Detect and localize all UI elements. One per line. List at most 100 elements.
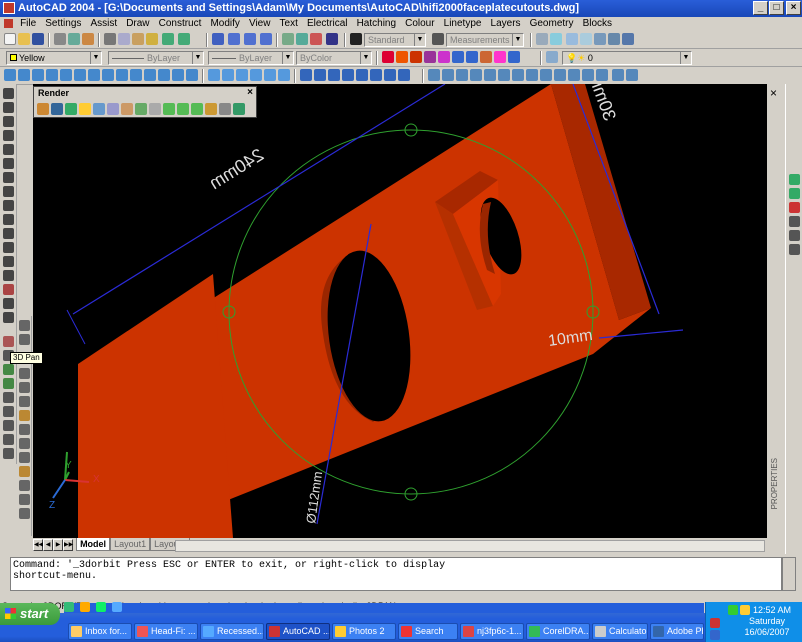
ucs-apply-icon[interactable] — [596, 69, 608, 81]
menu-layers[interactable]: Layers — [488, 17, 524, 31]
view-icon[interactable] — [536, 33, 548, 45]
menu-geometry[interactable]: Geometry — [527, 17, 577, 31]
menu-hatching[interactable]: Hatching — [354, 17, 399, 31]
task-adobe-photoshop[interactable]: Adobe Ph... — [650, 623, 704, 640]
move-icon[interactable] — [3, 406, 14, 417]
3d-zoom-icon[interactable] — [328, 69, 340, 81]
iso-view-se-icon[interactable] — [580, 33, 592, 45]
horizontal-scrollbar[interactable] — [175, 540, 765, 552]
tab-next-button[interactable]: ▶ — [53, 539, 63, 551]
new-landscape-icon[interactable] — [163, 103, 175, 115]
region-icon[interactable] — [3, 298, 14, 309]
properties-icon[interactable] — [282, 33, 294, 45]
polar-icon[interactable] — [424, 51, 436, 63]
arc-icon[interactable] — [3, 158, 14, 169]
front-clip-icon[interactable] — [398, 69, 410, 81]
ucs-z-icon[interactable] — [582, 69, 594, 81]
insert-block-icon[interactable] — [3, 242, 14, 253]
polygon-icon[interactable] — [3, 130, 14, 141]
palette-icon-6[interactable] — [789, 244, 800, 255]
task-calculator[interactable]: Calculator — [592, 623, 648, 640]
union-icon[interactable] — [208, 69, 220, 81]
dim-aligned-icon[interactable] — [19, 452, 30, 463]
task-search[interactable]: Search — [398, 623, 458, 640]
palette-icon-2[interactable] — [789, 188, 800, 199]
offset-icon[interactable] — [3, 378, 14, 389]
circle-icon[interactable] — [3, 172, 14, 183]
quick-launch-icon-2[interactable] — [80, 602, 90, 612]
model-icon[interactable] — [480, 51, 492, 63]
minimize-button[interactable]: _ — [753, 1, 768, 15]
rectangle-icon[interactable] — [3, 144, 14, 155]
adjust-distance-icon[interactable] — [370, 69, 382, 81]
continuous-orbit-icon[interactable] — [342, 69, 354, 81]
ucs-view-icon[interactable] — [498, 69, 510, 81]
pan-icon[interactable] — [212, 33, 224, 45]
tool-palettes-icon[interactable] — [310, 33, 322, 45]
autocad-app-icon[interactable] — [3, 2, 15, 14]
revolve-icon[interactable] — [102, 69, 114, 81]
menu-modify[interactable]: Modify — [207, 17, 242, 31]
explode-icon[interactable] — [19, 424, 30, 435]
plotstyle-combo[interactable]: ByColor ▼ — [296, 51, 372, 65]
subtract-icon[interactable] — [222, 69, 234, 81]
save-icon[interactable] — [32, 33, 44, 45]
3d-pan-icon[interactable] — [314, 69, 326, 81]
revision-cloud-icon[interactable] — [3, 186, 14, 197]
otrack-icon[interactable] — [452, 51, 464, 63]
properties-palette-collapsed[interactable]: × PROPERTIES — [767, 84, 785, 554]
menu-construct[interactable]: Construct — [156, 17, 205, 31]
publish-icon[interactable] — [82, 33, 94, 45]
tab-first-button[interactable]: ◀◀ — [33, 539, 43, 551]
layer-combo[interactable]: 💡☀ 0 ▼ — [562, 51, 692, 65]
join-icon[interactable] — [19, 382, 30, 393]
menu-linetype[interactable]: Linetype — [441, 17, 485, 31]
start-button[interactable]: start — [0, 603, 60, 625]
menu-draw[interactable]: Draw — [123, 17, 152, 31]
iso-view-nw-icon[interactable] — [608, 33, 620, 45]
palette-close-icon[interactable]: × — [770, 86, 777, 100]
dim-style-combo[interactable]: Measurements ▼ — [446, 33, 524, 47]
setup-profile-icon[interactable] — [186, 69, 198, 81]
menu-assist[interactable]: Assist — [87, 17, 120, 31]
palette-icon-5[interactable] — [789, 230, 800, 241]
toggle-icon[interactable] — [494, 51, 506, 63]
statistics-icon[interactable] — [219, 103, 231, 115]
task-image[interactable]: nj3fp6c-1... — [460, 623, 524, 640]
task-headfi[interactable]: Head-Fi: ... — [134, 623, 198, 640]
menu-text[interactable]: Text — [277, 17, 301, 31]
wedge-icon[interactable] — [18, 69, 30, 81]
menu-colour[interactable]: Colour — [402, 17, 437, 31]
tray-antivirus-icon[interactable] — [710, 618, 720, 628]
scene-icon[interactable] — [65, 103, 77, 115]
spline-icon[interactable] — [3, 200, 14, 211]
document-icon[interactable] — [4, 19, 13, 28]
edit-landscape-icon[interactable] — [177, 103, 189, 115]
extrude-faces-icon[interactable] — [250, 69, 262, 81]
paste-icon[interactable] — [132, 33, 144, 45]
rotate-icon[interactable] — [3, 420, 14, 431]
move-faces-icon[interactable] — [264, 69, 276, 81]
erase-icon[interactable] — [3, 336, 14, 347]
dim-angular-icon[interactable] — [19, 494, 30, 505]
dim-style-icon[interactable] — [432, 33, 444, 45]
hide-icon[interactable] — [37, 103, 49, 115]
ucs-world-icon[interactable] — [442, 69, 454, 81]
setup-view-icon[interactable] — [172, 69, 184, 81]
task-photos[interactable]: Photos 2 — [332, 623, 396, 640]
clock[interactable]: 12:52 AM Saturday 16/06/2007 — [732, 605, 802, 638]
tab-layout1[interactable]: Layout1 — [110, 538, 151, 551]
close-button[interactable]: × — [786, 1, 801, 15]
drawing-canvas[interactable]: 240mm 30mm 10mm Ø112mm Y X Z — [33, 84, 767, 538]
ellipse-icon[interactable] — [3, 214, 14, 225]
text-style-icon[interactable] — [350, 33, 362, 45]
cylinder-icon[interactable] — [60, 69, 72, 81]
top-view-icon[interactable] — [550, 33, 562, 45]
new-icon[interactable] — [4, 33, 16, 45]
ucs-x-icon[interactable] — [554, 69, 566, 81]
ucs-previous-icon[interactable] — [456, 69, 468, 81]
quick-launch-icon-4[interactable] — [112, 602, 122, 612]
ortho-icon[interactable] — [410, 51, 422, 63]
materials-icon[interactable] — [93, 103, 105, 115]
fillet-icon[interactable] — [19, 410, 30, 421]
